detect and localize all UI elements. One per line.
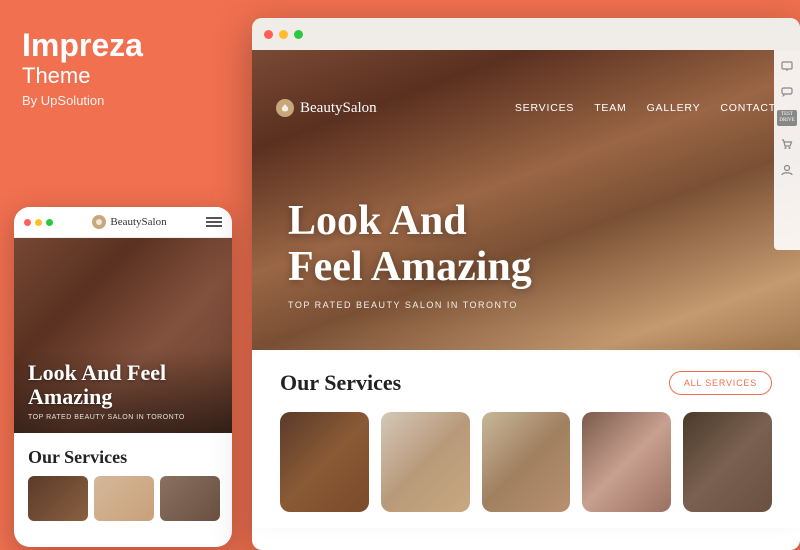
nav-link-contact[interactable]: CONTACT [720,102,776,114]
browser-bar [252,18,800,50]
nav-logo-icon [276,99,294,117]
mobile-services-title: Our Services [28,447,218,468]
mobile-hero-overlay: Look And Feel Amazing TOP RATED BEAUTY S… [14,349,232,433]
nav-logo-text: BeautySalon [300,100,377,117]
browser-dot-green[interactable] [294,30,303,39]
chat-icon[interactable] [779,84,795,100]
mobile-hero-subtitle: TOP RATED BEAUTY SALON IN TORONTO [28,414,218,421]
service-card-1[interactable] [280,412,369,512]
services-header: Our Services ALL SERVICES [280,370,772,396]
mobile-mockup: BeautySalon Look And Feel Amazing TOP RA… [14,207,232,547]
mobile-service-card-3 [160,476,220,521]
cart-icon[interactable] [779,136,795,152]
mobile-hero: Look And Feel Amazing TOP RATED BEAUTY S… [14,238,232,433]
mobile-service-card-2 [94,476,154,521]
mobile-services-section: Our Services [14,433,232,531]
nav-link-team[interactable]: TEAM [594,102,626,114]
monitor-icon[interactable] [779,58,795,74]
mobile-dot-green [46,219,53,226]
mobile-logo-text: BeautySalon [110,216,166,228]
theme-info: Impreza Theme By UpSolution [0,0,245,108]
test-drive-label[interactable]: TEST DRIVE [777,110,797,126]
nav-logo: BeautySalon [276,99,377,117]
theme-name: Impreza Theme [22,28,223,89]
desktop-services: Our Services ALL SERVICES [252,350,800,528]
service-card-4[interactable] [582,412,671,512]
browser-dot-red[interactable] [264,30,273,39]
desktop-nav: BeautySalon SERVICES TEAM GALLERY CONTAC… [252,82,800,134]
desktop-hero: BeautySalon SERVICES TEAM GALLERY CONTAC… [252,50,800,350]
mobile-logo-icon [92,215,106,229]
hero-title: Look And Feel Amazing [288,198,532,290]
mobile-dot-yellow [35,219,42,226]
hero-subtitle: TOP RATED BEAUTY SALON IN TORONTO [288,300,532,310]
mobile-logo-area: BeautySalon [92,215,166,229]
nav-links: SERVICES TEAM GALLERY CONTACT [515,102,776,114]
theme-by: By UpSolution [22,93,223,108]
nav-link-services[interactable]: SERVICES [515,102,574,114]
hero-content: Look And Feel Amazing TOP RATED BEAUTY S… [288,198,532,310]
mobile-service-card-1 [28,476,88,521]
mobile-hamburger-icon[interactable] [206,217,222,227]
mobile-services-strip [28,476,218,521]
side-toolbar: TEST DRIVE [774,50,800,250]
mobile-dot-red [24,219,31,226]
left-panel: Impreza Theme By UpSolution BeautySalon [0,0,245,550]
desktop-mockup: BeautySalon SERVICES TEAM GALLERY CONTAC… [252,18,800,550]
user-icon[interactable] [779,162,795,178]
service-card-2[interactable] [381,412,470,512]
services-cards [280,412,772,512]
mobile-dots [24,219,53,226]
all-services-button[interactable]: ALL SERVICES [669,371,772,395]
services-title: Our Services [280,370,401,396]
service-card-5[interactable] [683,412,772,512]
mobile-hero-title: Look And Feel Amazing [28,361,218,409]
nav-link-gallery[interactable]: GALLERY [647,102,701,114]
mobile-top-bar: BeautySalon [14,207,232,238]
service-card-3[interactable] [482,412,571,512]
browser-dot-yellow[interactable] [279,30,288,39]
